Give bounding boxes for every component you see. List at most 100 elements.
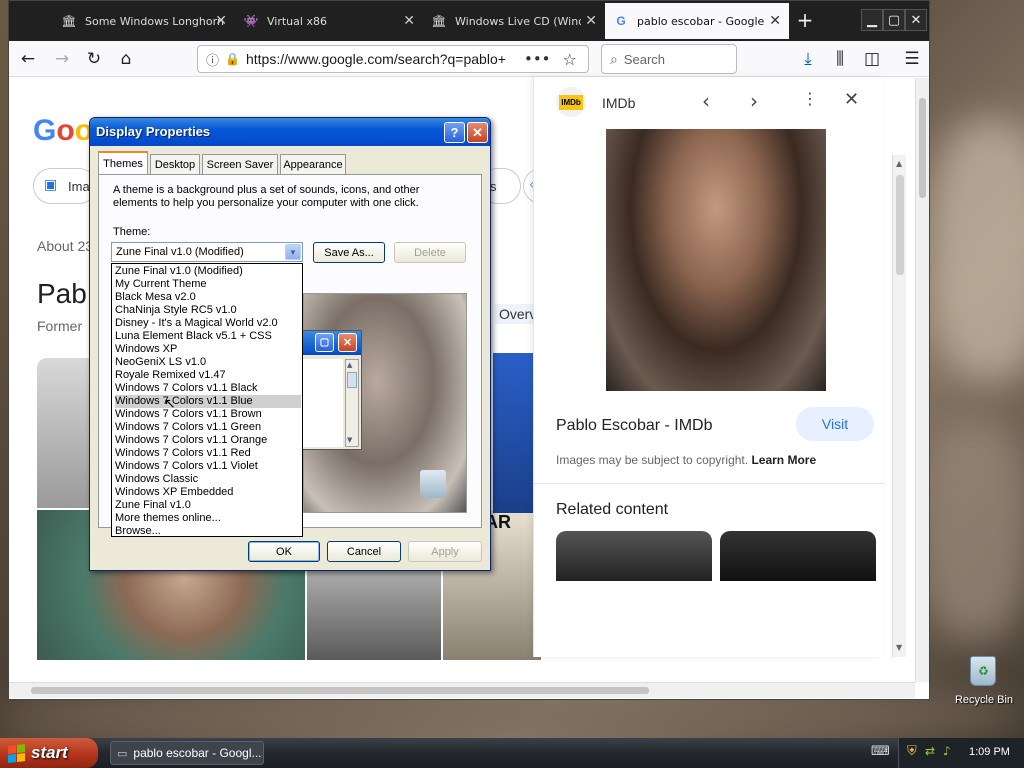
network-icon[interactable]: ⇄ — [925, 744, 935, 758]
theme-option[interactable]: My Current Theme — [115, 278, 301, 291]
keyboard-icon[interactable]: ⌨ — [871, 744, 890, 759]
result-photo-bw[interactable] — [307, 558, 441, 660]
theme-select-value: Zune Final v1.0 (Modified) — [116, 246, 244, 258]
search-box[interactable]: ⌕ Search — [601, 44, 737, 74]
tab-virtual-x86[interactable]: 👾 Virtual x86 ✕ — [235, 3, 423, 39]
more-vert-icon[interactable]: ⋮ — [802, 89, 818, 108]
horizontal-scrollbar[interactable] — [9, 682, 915, 698]
theme-option[interactable]: Windows 7 Colors v1.1 Green — [115, 421, 301, 434]
theme-option[interactable]: Windows Classic — [115, 473, 301, 486]
copyright-note: Images may be subject to copyright. Lear… — [556, 453, 816, 467]
theme-option[interactable]: Windows 7 Colors v1.1 Brown — [115, 408, 301, 421]
wallpaper-patch — [930, 120, 1024, 380]
theme-option[interactable]: Windows 7 Colors v1.1 Orange — [115, 434, 301, 447]
theme-option[interactable]: Windows XP Embedded — [115, 486, 301, 499]
info-icon[interactable]: ⓘ — [206, 50, 219, 69]
theme-option[interactable]: Black Mesa v2.0 — [115, 291, 301, 304]
tab-google-search[interactable]: G pablo escobar - Google Se ✕ — [605, 3, 789, 39]
address-bar[interactable]: ⓘ 🔒 https://www.google.com/search?q=pabl… — [197, 45, 589, 73]
dialog-close-button[interactable]: ✕ — [467, 122, 488, 143]
learn-more-link[interactable]: Learn More — [751, 453, 816, 467]
result-count: About 23 — [37, 238, 94, 254]
theme-option[interactable]: NeoGeniX LS v1.0 — [115, 356, 301, 369]
theme-option[interactable]: Disney - It's a Magical World v2.0 — [115, 317, 301, 330]
sidebar-button[interactable]: ◫ — [859, 47, 885, 71]
related-thumb[interactable] — [556, 531, 712, 581]
menu-button[interactable]: ☰ — [899, 47, 925, 71]
theme-option[interactable]: Zune Final v1.0 (Modified) — [115, 265, 301, 278]
reload-button[interactable]: ↻ — [81, 47, 107, 71]
downloads-button[interactable]: ⤓ — [795, 47, 821, 71]
home-button[interactable]: ⌂ — [113, 47, 139, 71]
cancel-button[interactable]: Cancel — [327, 541, 401, 562]
close-tab-icon[interactable]: ✕ — [403, 13, 415, 29]
theme-option[interactable]: Zune Final v1.0 — [115, 499, 301, 512]
theme-select[interactable]: Zune Final v1.0 (Modified) ▼ — [111, 242, 303, 262]
theme-option[interactable]: Luna Element Black v5.1 + CSS — [115, 330, 301, 343]
apply-button[interactable]: Apply — [408, 541, 482, 562]
panel-scrollbar[interactable]: ▲ ▼ — [892, 155, 906, 657]
save-as-button[interactable]: Save As... — [313, 242, 385, 263]
tab-themes[interactable]: Themes — [98, 151, 148, 175]
dialog-title-bar[interactable]: Display Properties ? ✕ — [90, 118, 490, 146]
result-photo[interactable] — [37, 358, 97, 508]
preview-title-bar: ▢ ✕ — [301, 331, 361, 355]
delete-button[interactable]: Delete — [394, 242, 466, 263]
back-button[interactable]: ← — [15, 47, 41, 71]
entity-title: Pab — [37, 278, 87, 309]
scroll-up-icon[interactable]: ▲ — [896, 159, 902, 168]
tab-desktop[interactable]: Desktop — [150, 154, 200, 174]
more-actions-icon[interactable]: ••• — [524, 50, 551, 68]
bookmark-star-icon[interactable]: ☆ — [563, 50, 577, 69]
theme-option[interactable]: Windows XP — [115, 343, 301, 356]
page-scrollbar[interactable] — [915, 78, 929, 682]
close-tab-icon[interactable]: ✕ — [215, 13, 227, 29]
theme-option[interactable]: Windows 7 Colors v1.1 Black — [115, 382, 301, 395]
new-tab-button[interactable]: + — [793, 9, 817, 33]
close-tab-icon[interactable]: ✕ — [769, 13, 781, 29]
chevron-down-icon[interactable]: ▼ — [285, 244, 301, 260]
recycle-symbol-icon: ♻ — [978, 664, 989, 678]
taskbar-item-browser[interactable]: ▭ pablo escobar - Googl... — [110, 741, 264, 765]
start-button[interactable]: start — [0, 738, 98, 768]
theme-option[interactable]: More themes online... — [115, 512, 301, 525]
help-button[interactable]: ? — [444, 122, 465, 143]
close-tab-icon[interactable]: ✕ — [585, 13, 597, 29]
scroll-down-icon[interactable]: ▼ — [896, 643, 902, 652]
tab-windows-live-cd[interactable]: 🏛 Windows Live CD (Windo ✕ — [423, 3, 605, 39]
tab-screen-saver[interactable]: Screen Saver — [202, 154, 278, 174]
visit-button[interactable]: Visit — [796, 407, 874, 441]
tab-appearance[interactable]: Appearance — [280, 154, 346, 174]
maximize-button[interactable]: ▢ — [883, 9, 905, 31]
library-button[interactable]: ⫼ — [827, 47, 853, 71]
theme-option[interactable]: ChaNinja Style RC5 v1.0 — [115, 304, 301, 317]
portrait-image[interactable] — [606, 129, 826, 391]
forward-button[interactable]: → — [49, 47, 75, 71]
theme-option[interactable]: Windows 7 Colors v1.1 Red — [115, 447, 301, 460]
preview-recycle-bin-icon — [420, 470, 446, 498]
hscroll-thumb[interactable] — [31, 687, 649, 694]
security-shield-icon[interactable]: ⛨ — [907, 744, 917, 759]
minimize-button[interactable]: ▁ — [861, 9, 883, 31]
scrollbar-thumb[interactable] — [919, 98, 926, 198]
images-chip[interactable]: ▣ Ima — [33, 168, 97, 204]
theme-option[interactable]: Windows 7 Colors v1.1 Violet — [115, 460, 301, 473]
recycle-bin[interactable]: ♻ Recycle Bin — [952, 656, 1016, 712]
theme-option[interactable]: Royale Remixed v1.47 — [115, 369, 301, 382]
close-window-button[interactable]: ✕ — [905, 9, 927, 31]
scrollbar-thumb[interactable] — [896, 175, 904, 275]
theme-option[interactable]: Browse... — [115, 525, 301, 536]
google-logo[interactable]: Goo — [33, 114, 93, 148]
chevron-right-icon[interactable]: › — [750, 89, 758, 113]
ok-button[interactable]: OK — [248, 541, 320, 562]
close-icon[interactable]: ✕ — [844, 89, 859, 110]
volume-icon[interactable]: ♪ — [943, 744, 951, 758]
related-thumb[interactable] — [720, 531, 876, 581]
panel-title[interactable]: Pablo Escobar - IMDb — [556, 417, 713, 435]
chevron-left-icon[interactable]: ‹ — [702, 89, 710, 113]
theme-dropdown-list[interactable]: Zune Final v1.0 (Modified) My Current The… — [111, 263, 303, 537]
image-icon: ▣ — [44, 177, 58, 193]
tab-longhorn[interactable]: 🏛 Some Windows Longhorn ✕ — [53, 3, 235, 39]
theme-option[interactable]: Windows 7 Colors v1.1 Blue — [115, 395, 301, 408]
divider — [534, 483, 884, 484]
